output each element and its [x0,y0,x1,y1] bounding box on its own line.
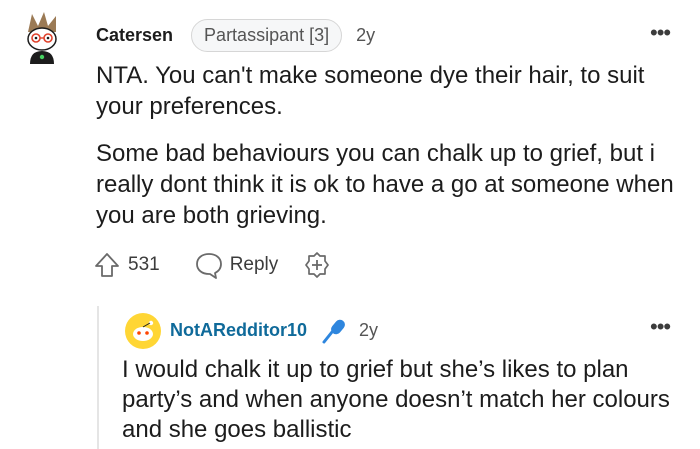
reply-text: I would chalk it up to grief but she’s l… [122,356,670,443]
thread-line[interactable] [97,306,99,449]
more-options-icon[interactable]: ••• [650,316,671,338]
comment-actions: 531 Reply [92,249,332,281]
reply-author[interactable]: NotARedditor10 [170,320,307,341]
user-avatar[interactable] [14,8,70,64]
comment-author[interactable]: Catersen [96,25,173,46]
reply-timestamp[interactable]: 2y [359,320,378,341]
comment-header: Catersen Partassipant [3] 2y [96,18,375,52]
comment-paragraph: Some bad behaviours you can chalk up to … [96,140,674,229]
vote-count: 531 [128,254,160,275]
comment-timestamp[interactable]: 2y [356,25,375,46]
upvote-icon[interactable] [92,250,122,280]
more-options-icon[interactable]: ••• [650,22,671,44]
microphone-icon [322,319,345,344]
reply-header: NotARedditor10 2y [170,313,378,347]
award-add-icon[interactable] [302,250,332,280]
reply-icon[interactable] [194,250,224,280]
comment-paragraph: NTA. You can't make someone dye their ha… [96,62,645,120]
user-flair: Partassipant [3] [191,18,343,52]
reply-user-avatar[interactable] [124,312,162,350]
reply-button[interactable]: Reply [230,254,279,276]
